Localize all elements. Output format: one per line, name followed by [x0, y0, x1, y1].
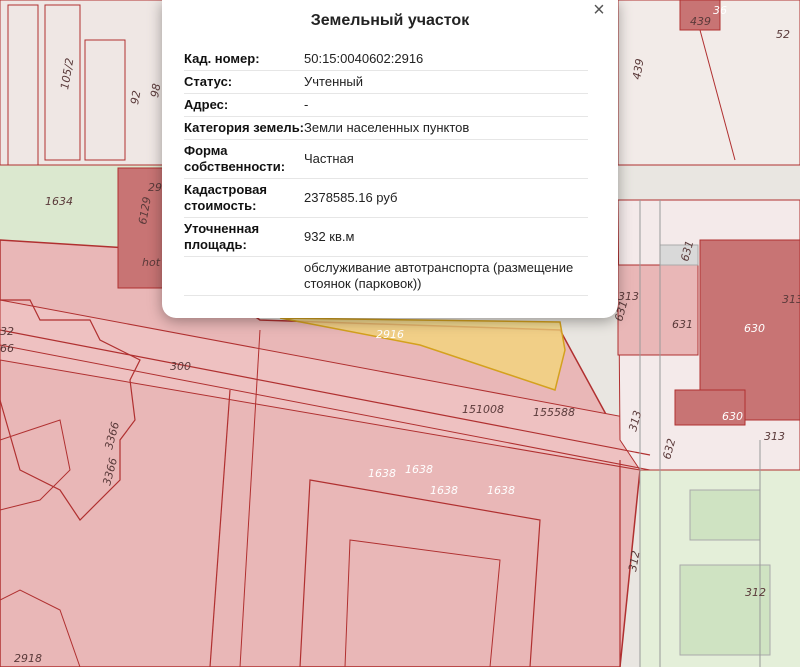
info-row-land-category: Категория земель: Земли населенных пункт…	[184, 117, 588, 140]
parcel-label: 66	[0, 342, 14, 355]
info-row-cadastral-value: Кадастровая стоимость: 2378585.16 руб	[184, 179, 588, 218]
info-label: Форма собственности:	[184, 143, 286, 174]
popup-title: Земельный участок	[310, 12, 470, 29]
info-value: 932 кв.м	[304, 229, 355, 244]
parcel-label: 313	[782, 293, 800, 306]
info-row-ownership: Форма собственности: Частная	[184, 140, 588, 179]
parcel-label: 1638	[405, 463, 433, 476]
info-label: Уточненная площадь:	[184, 221, 260, 252]
info-row-cadastral-number: Кад. номер: 50:15:0040602:2916	[184, 48, 588, 71]
parcel-label: 1638	[487, 484, 515, 497]
parcel-label: 92	[128, 89, 143, 105]
parcel-label: 631	[672, 318, 693, 331]
info-label	[184, 257, 304, 295]
parcel-label: 312	[745, 586, 766, 599]
parcel-info-table: Кад. номер: 50:15:0040602:2916 Статус: У…	[184, 48, 588, 300]
info-label: Статус:	[184, 74, 233, 89]
parcel-label: 1638	[430, 484, 458, 497]
close-icon[interactable]: ×	[588, 0, 610, 22]
parcel-label: 32	[0, 325, 14, 338]
info-value: 50:15:0040602:2916	[304, 51, 424, 66]
info-label: Адрес:	[184, 97, 229, 112]
info-value: Учтенный	[304, 74, 364, 89]
parcel-label: 52	[776, 28, 790, 41]
info-label: Кад. номер:	[184, 51, 260, 66]
info-row-usage: обслуживание автотранспорта (размещение …	[184, 257, 588, 296]
parcel-label: hot	[142, 256, 161, 269]
parcel-label: 300	[170, 360, 191, 373]
parcel-label: 2918	[14, 652, 42, 665]
parcel-label: 155588	[533, 406, 575, 419]
parcel-label: 151008	[462, 403, 504, 416]
parcel-label: 36	[713, 4, 727, 17]
parcel-label: 1634	[45, 195, 73, 208]
info-value: -	[304, 97, 309, 112]
parcel-label: 313	[618, 290, 639, 303]
parcel-label: 29	[148, 181, 162, 194]
parcel-label: 630	[744, 322, 765, 335]
info-row-status: Статус: Учтенный	[184, 71, 588, 94]
info-value: 2378585.16 руб	[304, 190, 398, 205]
parcel-info-popup: Земельный участок × Кад. номер: 50:15:00…	[162, 0, 618, 318]
parcel-label: 313	[764, 430, 785, 443]
info-value: обслуживание автотранспорта (размещение …	[304, 260, 574, 291]
info-value: Земли населенных пунктов	[304, 120, 470, 135]
info-row-address: Адрес: -	[184, 94, 588, 117]
parcel-label: 630	[722, 410, 743, 423]
info-label: Кадастровая стоимость:	[184, 182, 267, 213]
parcel-label: 1638	[368, 467, 396, 480]
info-row-area: Уточненная площадь: 932 кв.м	[184, 218, 588, 257]
info-label: Категория земель:	[184, 120, 305, 135]
info-value: Частная	[304, 151, 354, 166]
selected-parcel-label: 2916	[376, 328, 404, 341]
parcel-label: 439	[690, 15, 711, 28]
